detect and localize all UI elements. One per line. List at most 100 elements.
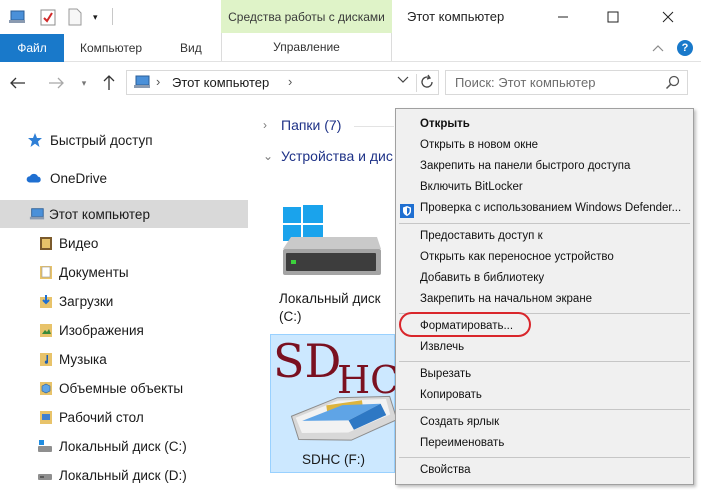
menu-item-defender-scan[interactable]: Проверка с использованием Windows Defend…	[420, 202, 681, 214]
cloud-icon	[26, 170, 42, 186]
3d-objects-folder-icon	[38, 380, 54, 396]
drive-icon	[37, 467, 53, 483]
ribbon-tab-bar: Файл Компьютер Вид Управление ?	[0, 33, 701, 62]
sidebar-item-label: Этот компьютер	[49, 206, 150, 222]
search-icon[interactable]	[665, 75, 680, 93]
sidebar-item-drive-d[interactable]: Локальный диск (D:)	[0, 461, 248, 489]
tab-computer[interactable]: Компьютер	[80, 34, 142, 62]
breadcrumb-chevron-icon[interactable]: ›	[288, 74, 292, 89]
downloads-folder-icon	[38, 293, 54, 309]
back-arrow-icon[interactable]	[8, 73, 28, 93]
tab-file[interactable]: Файл	[0, 34, 64, 62]
quick-access-dropdown-icon[interactable]: ▾	[93, 6, 98, 28]
group-folders[interactable]: › Папки (7)	[263, 117, 341, 133]
sidebar-item-onedrive[interactable]: OneDrive	[0, 164, 248, 192]
menu-item-copy[interactable]: Копировать	[420, 389, 482, 401]
navigation-pane: Быстрый доступ OneDrive Этот компьютер В…	[0, 102, 248, 490]
sidebar-item-desktop[interactable]: Рабочий стол	[0, 403, 248, 431]
group-devices[interactable]: ⌄ Устройства и дис	[263, 148, 393, 164]
this-pc-icon	[133, 75, 151, 93]
menu-item-bitlocker[interactable]: Включить BitLocker	[420, 181, 523, 193]
close-icon	[662, 11, 674, 22]
music-folder-icon	[38, 351, 54, 367]
minimize-button[interactable]	[540, 0, 586, 33]
sidebar-item-video[interactable]: Видео	[0, 229, 248, 257]
forward-arrow-icon[interactable]	[46, 73, 66, 93]
properties-check-icon[interactable]	[40, 6, 56, 28]
documents-folder-icon	[38, 264, 54, 280]
sidebar-item-music[interactable]: Музыка	[0, 345, 248, 373]
refresh-icon[interactable]	[419, 74, 435, 93]
sdhc-drive-item[interactable]: SD HC SDHC (F:)	[270, 334, 399, 473]
recent-locations-chevron-icon[interactable]: ▾	[74, 73, 94, 93]
this-pc-icon	[29, 206, 45, 222]
menu-item-open-portable[interactable]: Открыть как переносное устройство	[420, 251, 614, 263]
tab-manage[interactable]: Управление	[221, 33, 392, 61]
chevron-down-icon: ⌄	[263, 149, 274, 163]
sdhc-drive-label: SDHC (F:)	[302, 452, 365, 467]
sidebar-item-label: Загрузки	[59, 293, 114, 309]
breadcrumb-this-pc[interactable]: Этот компьютер	[172, 75, 269, 90]
star-icon	[27, 132, 43, 148]
drive-c-label-line2: (C:)	[279, 309, 302, 324]
menu-item-create-shortcut[interactable]: Создать ярлык	[420, 416, 499, 428]
minimize-icon	[558, 16, 568, 17]
menu-item-add-library[interactable]: Добавить в библиотеку	[420, 272, 544, 284]
drive-icon	[37, 438, 53, 454]
sidebar-item-pictures[interactable]: Изображения	[0, 316, 248, 344]
menu-item-pin-quick-access[interactable]: Закрепить на панели быстрого доступа	[420, 160, 630, 172]
menu-item-cut[interactable]: Вырезать	[420, 368, 471, 380]
drive-tools-contextual-tab[interactable]: Средства работы с дисками	[221, 0, 392, 33]
address-history-chevron-icon[interactable]	[397, 73, 411, 87]
explorer-app-icon[interactable]	[8, 6, 26, 28]
address-bar[interactable]: › Этот компьютер ›	[126, 70, 439, 95]
maximize-button[interactable]	[590, 0, 636, 33]
menu-item-rename[interactable]: Переименовать	[420, 437, 504, 449]
sdhc-card-icon: SD HC	[273, 334, 399, 441]
breadcrumb-chevron-icon[interactable]: ›	[156, 74, 160, 89]
navigation-bar: ▾ › Этот компьютер › Поиск: Этот компьют…	[0, 62, 701, 102]
menu-item-open[interactable]: Открыть	[420, 118, 470, 130]
menu-item-properties[interactable]: Свойства	[420, 464, 471, 476]
new-folder-icon[interactable]	[68, 6, 82, 28]
menu-separator	[399, 223, 690, 224]
sidebar-item-label: Изображения	[59, 322, 144, 338]
search-input[interactable]: Поиск: Этот компьютер	[445, 70, 688, 95]
sidebar-item-3d-objects[interactable]: Объемные объекты	[0, 374, 248, 402]
sidebar-item-quick-access[interactable]: Быстрый доступ	[0, 126, 248, 154]
tab-view[interactable]: Вид	[180, 34, 202, 62]
menu-separator	[399, 457, 690, 458]
help-icon[interactable]: ?	[677, 40, 693, 56]
pictures-folder-icon	[38, 322, 54, 338]
titlebar-divider	[112, 8, 113, 25]
menu-item-share[interactable]: Предоставить доступ к	[420, 230, 543, 242]
menu-separator	[399, 409, 690, 410]
group-devices-label: Устройства и дис	[281, 148, 393, 164]
sidebar-item-label: Документы	[59, 264, 129, 280]
sidebar-item-label: Объемные объекты	[59, 380, 184, 396]
chevron-right-icon: ›	[263, 118, 267, 132]
sidebar-item-label: Рабочий стол	[59, 409, 144, 425]
menu-item-eject[interactable]: Извлечь	[420, 341, 464, 353]
sidebar-item-label: Музыка	[59, 351, 107, 367]
drive-c-item[interactable]: Локальный диск (C:)	[279, 201, 389, 324]
menu-item-open-new-window[interactable]: Открыть в новом окне	[420, 139, 538, 151]
menu-item-pin-start[interactable]: Закрепить на начальном экране	[420, 293, 592, 305]
windows-defender-icon	[400, 204, 414, 218]
sidebar-item-drive-c[interactable]: Локальный диск (C:)	[0, 432, 248, 460]
sidebar-item-this-pc[interactable]: Этот компьютер	[0, 200, 248, 228]
sidebar-item-label: Локальный диск (D:)	[59, 467, 187, 483]
up-arrow-icon[interactable]	[99, 73, 119, 93]
windows-drive-icon	[283, 205, 381, 275]
drive-c-label-line1: Локальный диск	[279, 291, 381, 306]
sidebar-item-label: Быстрый доступ	[50, 132, 153, 148]
menu-separator	[399, 361, 690, 362]
sidebar-item-label: Локальный диск (C:)	[59, 438, 187, 454]
sidebar-item-documents[interactable]: Документы	[0, 258, 248, 286]
sidebar-item-label: OneDrive	[50, 170, 108, 186]
sdhc-logo-sd: SD	[273, 335, 341, 388]
search-placeholder: Поиск: Этот компьютер	[455, 75, 596, 90]
close-button[interactable]	[645, 0, 691, 33]
sidebar-item-downloads[interactable]: Загрузки	[0, 287, 248, 315]
collapse-ribbon-chevron-icon[interactable]	[652, 41, 664, 55]
